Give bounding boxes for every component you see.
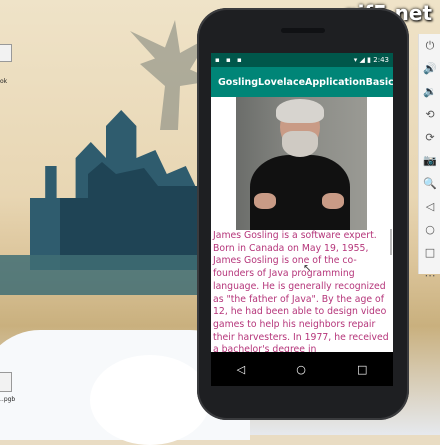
desktop-file-icon-2[interactable]	[0, 372, 12, 392]
nav-back-button[interactable]: ◁	[237, 363, 245, 376]
status-time: 2:43	[373, 56, 389, 64]
pixel-ground	[0, 255, 230, 295]
desktop-file-label-2: ..pgb	[0, 396, 16, 403]
back-icon[interactable]: ◁	[419, 195, 440, 218]
app-title: GoslingLovelaceApplicationBasic	[218, 76, 393, 88]
phone-speaker	[281, 28, 325, 33]
desktop-file-icon[interactable]	[0, 44, 12, 62]
nav-home-button[interactable]: ○	[296, 363, 306, 376]
mouse-cursor-icon: ↖	[303, 263, 312, 274]
volume-up-icon[interactable]: 🔊	[419, 57, 440, 80]
more-icon[interactable]: ⋯	[419, 264, 440, 287]
wifi-icon: ▾	[353, 56, 358, 64]
nav-recents-button[interactable]: □	[357, 363, 367, 376]
navigation-bar: ◁ ○ □	[211, 352, 393, 386]
signal-icon: ◢	[359, 56, 365, 64]
rotate-right-icon[interactable]: ⟳	[419, 126, 440, 149]
app-bar: GoslingLovelaceApplicationBasic	[211, 67, 393, 97]
battery-icon: ▮	[367, 56, 372, 64]
camera-icon[interactable]: 📷	[419, 149, 440, 172]
notification-icon: ▪	[236, 56, 242, 64]
sim-icon: ▪	[215, 56, 220, 64]
desktop-file-label: ok	[0, 78, 8, 85]
scrollbar[interactable]	[390, 229, 392, 255]
volume-down-icon[interactable]: 🔉	[419, 80, 440, 103]
phone-screen: ▪ ▪ ▪ ▾ ◢ ▮ 2:43 GoslingLovelaceApplicat…	[211, 53, 393, 386]
bio-text: James Gosling is a software expert. Born…	[213, 230, 389, 352]
gosling-photo	[236, 97, 367, 230]
sd-icon: ▪	[225, 56, 231, 64]
rotate-left-icon[interactable]: ⟲	[419, 103, 440, 126]
overview-icon[interactable]: □	[419, 241, 440, 264]
home-icon[interactable]: ○	[419, 218, 440, 241]
pixel-cloud-puff	[90, 355, 210, 445]
zoom-icon[interactable]: 🔍	[419, 172, 440, 195]
status-bar: ▪ ▪ ▪ ▾ ◢ ▮ 2:43	[211, 53, 393, 67]
power-icon[interactable]: ⏻	[419, 34, 440, 57]
emulator-toolbar: ⏻ 🔊 🔉 ⟲ ⟳ 📷 🔍 ◁ ○ □ ⋯	[418, 34, 440, 282]
